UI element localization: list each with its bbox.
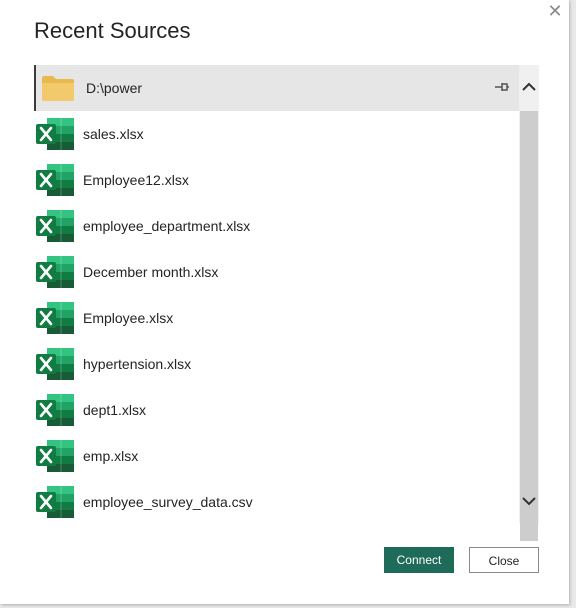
source-item[interactable]: Employee.xlsx xyxy=(34,295,519,341)
source-item[interactable]: hypertension.xlsx xyxy=(34,341,519,387)
close-button[interactable]: Close xyxy=(469,547,539,573)
scroll-thumb[interactable] xyxy=(520,111,538,541)
source-item[interactable]: December month.xlsx xyxy=(34,249,519,295)
excel-icon xyxy=(35,206,75,246)
dialog-title: Recent Sources xyxy=(34,18,191,43)
excel-icon xyxy=(35,160,75,200)
source-label: D:\power xyxy=(86,80,143,96)
source-label: dept1.xlsx xyxy=(83,402,147,418)
source-item[interactable]: Employee12.xlsx xyxy=(34,157,519,203)
excel-icon xyxy=(35,344,75,384)
scroll-up-button[interactable] xyxy=(519,65,539,109)
source-item[interactable]: employee_department.xlsx xyxy=(34,203,519,249)
source-label: December month.xlsx xyxy=(83,264,219,280)
source-label: sales.xlsx xyxy=(83,126,144,142)
recent-sources-dialog: ✕ Recent Sources D:\power sales.xlsx Emp… xyxy=(0,0,569,604)
excel-icon xyxy=(35,252,75,292)
scrollbar[interactable] xyxy=(519,65,539,541)
source-label: employee_survey_data.csv xyxy=(83,494,253,510)
source-item[interactable]: sales.xlsx xyxy=(34,111,519,157)
excel-icon xyxy=(35,436,75,476)
excel-icon xyxy=(35,298,75,338)
source-label: hypertension.xlsx xyxy=(83,356,192,372)
source-item[interactable]: emp.xlsx xyxy=(34,433,519,479)
scroll-down-button[interactable] xyxy=(519,479,539,523)
excel-icon xyxy=(35,482,75,522)
source-item[interactable]: dept1.xlsx xyxy=(34,387,519,433)
source-label: Employee.xlsx xyxy=(83,310,174,326)
source-label: Employee12.xlsx xyxy=(83,172,189,188)
source-label: emp.xlsx xyxy=(83,448,139,464)
recent-sources-list: D:\power sales.xlsx Employee12.xlsx empl… xyxy=(34,65,519,523)
source-item[interactable]: D:\power xyxy=(34,65,519,111)
close-icon[interactable]: ✕ xyxy=(545,1,565,21)
excel-icon xyxy=(35,114,75,154)
folder-icon xyxy=(38,68,78,108)
connect-button[interactable]: Connect xyxy=(384,547,454,573)
source-label: employee_department.xlsx xyxy=(83,218,251,234)
pin-icon[interactable] xyxy=(493,78,511,96)
excel-icon xyxy=(35,390,75,430)
source-item[interactable]: employee_survey_data.csv xyxy=(34,479,519,525)
chevron-up-icon xyxy=(522,82,536,91)
chevron-down-icon xyxy=(522,497,536,506)
